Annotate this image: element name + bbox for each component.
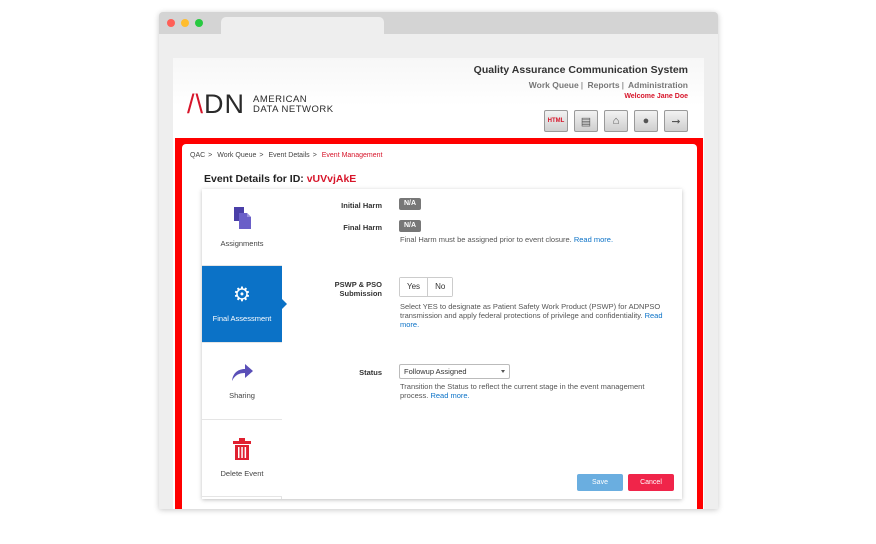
adn-logo[interactable]: /\DN AMERICAN DATA NETWORK (187, 89, 334, 120)
breadcrumb: QAC > Work Queue > Event Details > Event Ma… (190, 152, 382, 159)
nav-work-queue[interactable]: Work Queue (529, 80, 579, 90)
breadcrumb-work-queue[interactable]: Work Queue (217, 152, 256, 159)
logout-icon[interactable]: ➞ (664, 110, 688, 132)
content-panel: QAC > Work Queue > Event Details > Event Ma… (182, 144, 697, 509)
assessment-form: Initial Harm N/A Final Harm N/A Final Ha… (282, 189, 682, 499)
nav-separator: | (580, 80, 584, 90)
breadcrumb-sep: > (312, 152, 317, 159)
content-frame: QAC > Work Queue > Event Details > Event Ma… (175, 138, 703, 509)
toolbar-icons: HTML ▤ ⌂ ● ➞ (544, 110, 688, 132)
sidebar-item-label: Delete Event (220, 469, 264, 478)
final-harm-read-more-link[interactable]: Read more. (574, 235, 613, 244)
chevron-down-icon (501, 370, 505, 373)
sidebar-item-assignments[interactable]: Assignments (202, 189, 282, 266)
sidebar-item-delete-event[interactable]: Delete Event (202, 420, 282, 497)
document-icon[interactable]: ▤ (574, 110, 598, 132)
breadcrumb-current: Event Management (321, 152, 383, 159)
pswp-no-button[interactable]: No (427, 278, 453, 296)
documents-icon (234, 207, 251, 229)
status-select[interactable]: Followup Assigned (399, 364, 510, 379)
pswp-help-text: Select YES to designate as Patient Safet… (400, 302, 661, 320)
close-window-dot[interactable] (167, 19, 175, 27)
page-title: Event Details for ID: vUVvjAkE (204, 173, 356, 185)
status-read-more-link[interactable]: Read more. (430, 391, 469, 400)
pswp-label-line-2: Submission (339, 289, 382, 298)
logo-text: AMERICAN DATA NETWORK (253, 94, 334, 115)
sidebar-item-label: Final Assessment (212, 314, 272, 323)
status-help: Transition the Status to reflect the cur… (400, 382, 670, 400)
final-harm-help: Final Harm must be assigned prior to eve… (400, 235, 670, 244)
initial-harm-badge: N/A (399, 198, 422, 210)
browser-toolbar (159, 34, 718, 58)
breadcrumb-qac[interactable]: QAC (190, 152, 205, 159)
initial-harm-label: Initial Harm (341, 201, 382, 210)
logo-slash: /\ (187, 89, 205, 119)
pswp-label-line-1: PSWP & PSO (334, 280, 382, 289)
nav-administration[interactable]: Administration (628, 80, 688, 90)
save-button[interactable]: Save (577, 474, 623, 491)
top-nav: Work Queue | Reports | Administration (529, 80, 688, 90)
final-harm-label: Final Harm (343, 223, 382, 232)
page-title-prefix: Event Details for ID: (204, 173, 304, 185)
final-harm-help-text: Final Harm must be assigned prior to eve… (400, 235, 572, 244)
user-icon[interactable]: ● (634, 110, 658, 132)
gears-icon: ⚙ (233, 284, 251, 306)
maximize-window-dot[interactable] (195, 19, 203, 27)
nav-reports[interactable]: Reports (587, 80, 619, 90)
system-title: Quality Assurance Communication System (473, 64, 688, 76)
minimize-window-dot[interactable] (181, 19, 189, 27)
pswp-label: PSWP & PSO Submission (282, 280, 382, 298)
sidebar-item-label: Assignments (220, 239, 264, 248)
share-arrow-icon (232, 364, 253, 381)
pswp-yes-button[interactable]: Yes (400, 278, 428, 296)
breadcrumb-sep: > (259, 152, 264, 159)
sidebar: Assignments ⚙ Final Assessment Sharing D… (202, 189, 287, 499)
cancel-button[interactable]: Cancel (628, 474, 674, 491)
logo-letters: DN (204, 89, 246, 119)
home-icon[interactable]: ⌂ (604, 110, 628, 132)
event-card: Assignments ⚙ Final Assessment Sharing D… (202, 189, 682, 499)
breadcrumb-event-details[interactable]: Event Details (268, 152, 309, 159)
logo-line-2: DATA NETWORK (253, 103, 334, 115)
app-header: /\DN AMERICAN DATA NETWORK Quality Assur… (173, 58, 704, 138)
status-select-value: Followup Assigned (404, 367, 467, 376)
trash-icon (233, 438, 251, 460)
pswp-toggle: Yes No (399, 277, 454, 297)
sidebar-item-label: Sharing (229, 391, 255, 400)
event-id: vUVvjAkE (306, 173, 357, 185)
welcome-text: Welcome Jane Doe (624, 93, 688, 100)
sidebar-item-sharing[interactable]: Sharing (202, 343, 282, 420)
nav-separator: | (621, 80, 624, 90)
breadcrumb-sep: > (208, 152, 213, 159)
browser-window: /\DN AMERICAN DATA NETWORK Quality Assur… (159, 12, 718, 509)
pswp-help: Select YES to designate as Patient Safet… (400, 302, 670, 329)
logo-mark: /\DN (187, 89, 245, 120)
html-icon[interactable]: HTML (544, 110, 568, 132)
browser-titlebar (159, 12, 718, 34)
sidebar-item-final-assessment[interactable]: ⚙ Final Assessment (202, 266, 287, 343)
app-page: /\DN AMERICAN DATA NETWORK Quality Assur… (173, 58, 704, 509)
stage: /\DN AMERICAN DATA NETWORK Quality Assur… (0, 0, 876, 544)
browser-tab[interactable] (221, 17, 384, 34)
final-harm-badge: N/A (399, 220, 422, 232)
status-label: Status (359, 368, 382, 377)
